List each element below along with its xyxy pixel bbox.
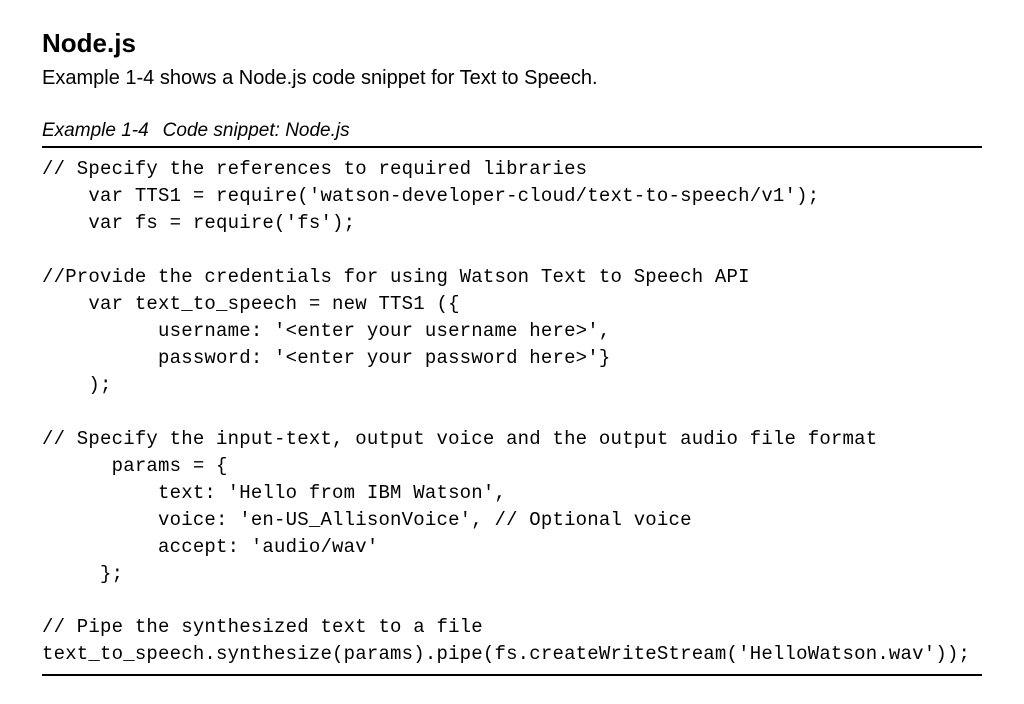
code-snippet: // Specify the references to required li…: [42, 156, 982, 668]
example-caption: Example 1-4 Code snippet: Node.js: [42, 120, 982, 142]
section-heading: Node.js: [42, 28, 982, 59]
example-title: Code snippet: Node.js: [163, 120, 350, 141]
section-intro: Example 1-4 shows a Node.js code snippet…: [42, 65, 982, 92]
example-rule-bottom: [42, 674, 982, 676]
example-rule-top: [42, 146, 982, 148]
example-number: Example 1-4: [42, 120, 149, 141]
